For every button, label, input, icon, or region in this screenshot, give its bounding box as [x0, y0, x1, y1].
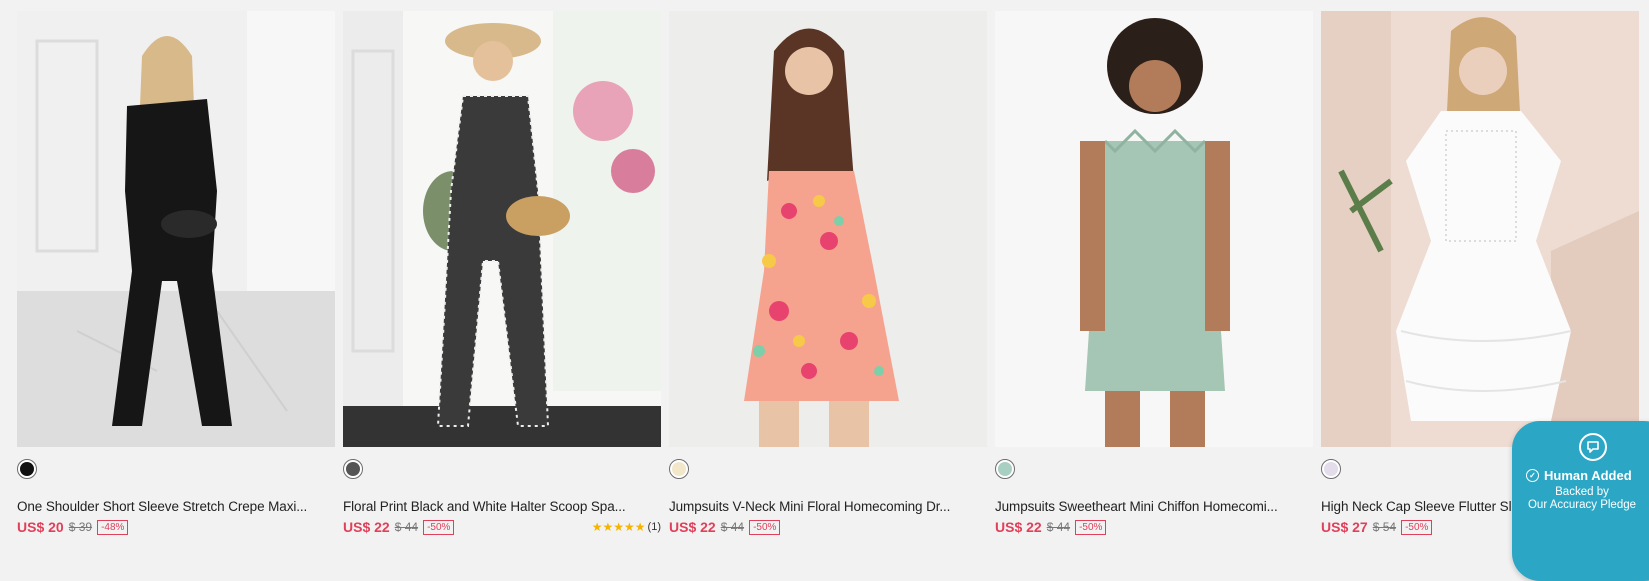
discount-badge: -50%: [749, 519, 781, 535]
badge-title: ✓ Human Added: [1526, 468, 1632, 483]
rating[interactable]: ★★★★★ (1): [592, 520, 661, 534]
original-price: $ 39: [68, 520, 93, 534]
discount-badge: -50%: [1075, 519, 1107, 535]
badge-subtitle-line2: Our Accuracy Pledge: [1527, 499, 1637, 511]
star-rating-icon: ★★★★★: [591, 520, 646, 534]
product-card[interactable]: Jumpsuits V-Neck Mini Floral Homecoming …: [669, 11, 987, 535]
sale-price: US$ 20: [17, 519, 64, 535]
price-row: US$ 22 $ 44 -50%: [343, 519, 455, 535]
product-card[interactable]: One Shoulder Short Sleeve Stretch Crepe …: [17, 11, 335, 535]
color-swatch[interactable]: [17, 459, 37, 479]
product-title[interactable]: One Shoulder Short Sleeve Stretch Crepe …: [17, 499, 335, 514]
chat-bubble-icon: [1579, 433, 1607, 461]
sale-price: US$ 22: [343, 519, 390, 535]
discount-badge: -48%: [97, 519, 129, 535]
swatch-color: [346, 462, 360, 476]
badge-subtitle-line1: Backed by: [1555, 486, 1609, 498]
product-image[interactable]: [669, 11, 987, 447]
price-row: US$ 22 $ 44 -50%: [995, 519, 1107, 535]
product-title[interactable]: Floral Print Black and White Halter Scoo…: [343, 499, 661, 514]
price-row: US$ 22 $ 44 -50%: [669, 519, 781, 535]
color-swatch[interactable]: [669, 459, 689, 479]
price-row: US$ 27 $ 54 -50%: [1321, 519, 1433, 535]
product-image[interactable]: [995, 11, 1313, 447]
badge-subtitle: Backed by Our Accuracy Pledge: [1512, 486, 1649, 512]
product-image[interactable]: [17, 11, 335, 447]
sale-price: US$ 22: [995, 519, 1042, 535]
original-price: $ 44: [720, 520, 745, 534]
product-card[interactable]: Floral Print Black and White Halter Scoo…: [343, 11, 661, 535]
sale-price: US$ 27: [1321, 519, 1368, 535]
badge-title-text: Human Added: [1544, 468, 1632, 483]
price-row: US$ 20 $ 39 -48%: [17, 519, 129, 535]
swatch-color: [20, 462, 34, 476]
original-price: $ 44: [394, 520, 419, 534]
rating-count: (1): [647, 521, 661, 533]
product-image[interactable]: [343, 11, 661, 447]
original-price: $ 54: [1372, 520, 1397, 534]
product-grid: One Shoulder Short Sleeve Stretch Crepe …: [17, 11, 1649, 535]
sale-price: US$ 22: [669, 519, 716, 535]
original-price: $ 44: [1046, 520, 1071, 534]
color-swatch[interactable]: [995, 459, 1015, 479]
accuracy-pledge-badge[interactable]: ✓ Human Added Backed by Our Accuracy Ple…: [1512, 421, 1649, 581]
color-swatch[interactable]: [343, 459, 363, 479]
product-title[interactable]: Jumpsuits V-Neck Mini Floral Homecoming …: [669, 499, 987, 514]
swatch-color: [998, 462, 1012, 476]
product-card[interactable]: Jumpsuits Sweetheart Mini Chiffon Homeco…: [995, 11, 1313, 535]
discount-badge: -50%: [423, 519, 455, 535]
discount-badge: -50%: [1401, 519, 1433, 535]
swatch-color: [1324, 462, 1338, 476]
swatch-color: [672, 462, 686, 476]
product-title[interactable]: Jumpsuits Sweetheart Mini Chiffon Homeco…: [995, 499, 1313, 514]
check-icon: ✓: [1526, 469, 1539, 482]
color-swatch[interactable]: [1321, 459, 1341, 479]
product-image[interactable]: [1321, 11, 1639, 447]
